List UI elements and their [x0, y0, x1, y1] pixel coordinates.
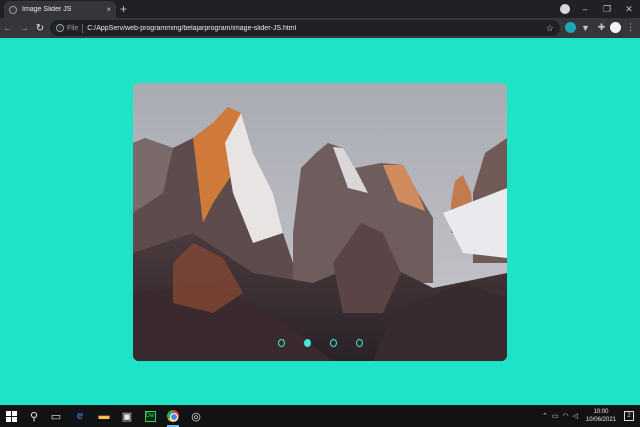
info-icon[interactable]: i	[56, 24, 64, 32]
store-icon[interactable]: ▣	[119, 408, 135, 424]
vue-devtools-icon[interactable]: ▼	[580, 22, 591, 33]
puzzle-icon[interactable]: ✚	[596, 22, 607, 33]
clock-date: 10/06/2021	[585, 417, 616, 423]
tab-close-icon[interactable]: ×	[106, 5, 111, 14]
maximize-button[interactable]: ❐	[596, 4, 618, 15]
address-bar[interactable]: i File C:/AppServ/web-programming/belaja…	[50, 20, 560, 36]
url-text[interactable]: C:/AppServ/web-programming/belajarprogra…	[87, 25, 546, 32]
speaker-icon[interactable]: ◁	[573, 412, 578, 420]
wifi-icon[interactable]: ◠	[562, 412, 568, 420]
edge-icon[interactable]: e	[72, 408, 88, 424]
notification-icon[interactable]: 2	[624, 411, 634, 421]
image-slider	[133, 83, 507, 361]
slider-dot-4[interactable]	[355, 339, 363, 347]
kebab-menu-icon[interactable]: ⋮	[625, 22, 636, 33]
close-window-button[interactable]: ✕	[618, 4, 640, 15]
avatar[interactable]	[610, 22, 621, 33]
clock[interactable]: 10:00 10/06/2021	[586, 408, 616, 424]
file-label: File	[67, 24, 79, 32]
file-explorer-icon[interactable]: ▬	[96, 408, 112, 424]
search-icon[interactable]: ⚲	[26, 408, 42, 424]
obs-icon[interactable]: ◎	[188, 408, 204, 424]
browser-toolbar: ← → ↻ i File C:/AppServ/web-programming/…	[0, 18, 640, 38]
clock-time: 10:00	[593, 409, 609, 415]
tab-title: Image Slider JS	[22, 6, 72, 13]
system-tray: ⌃ ▭ ◠ ◁ 10:00 10/06/2021	[542, 405, 616, 427]
slider-dot-1[interactable]	[277, 339, 285, 347]
globe-icon	[9, 5, 17, 14]
divider	[82, 23, 84, 33]
battery-icon[interactable]: ▭	[552, 412, 559, 420]
windows-start-icon[interactable]	[3, 408, 19, 424]
window-controls: – ❐ ✕	[574, 0, 640, 18]
profile-icon[interactable]	[560, 4, 570, 14]
tab-image-slider[interactable]: Image Slider JS ×	[4, 1, 116, 18]
new-tab-button[interactable]: +	[120, 2, 127, 16]
minimize-button[interactable]: –	[574, 4, 596, 14]
slide-image	[133, 83, 507, 361]
task-view-icon[interactable]: ▭	[48, 408, 64, 424]
reload-icon[interactable]: ↻	[32, 23, 48, 34]
forward-icon[interactable]: →	[16, 23, 32, 34]
chrome-icon[interactable]	[165, 408, 181, 427]
dreamweaver-icon[interactable]: Dw	[142, 408, 158, 424]
chevron-up-icon[interactable]: ⌃	[542, 412, 548, 420]
back-icon[interactable]: ←	[0, 23, 16, 34]
extension-icon[interactable]	[565, 22, 576, 33]
page-background	[0, 38, 640, 405]
tab-strip: Image Slider JS × + – ❐ ✕	[0, 0, 640, 18]
slider-dots	[133, 339, 507, 347]
taskbar: ⚲ ▭ e ▬ ▣ Dw ◎ ⌃ ▭ ◠ ◁ 10:00 10/06/2021 …	[0, 405, 640, 427]
star-icon[interactable]: ☆	[546, 23, 554, 34]
slider-dot-2[interactable]	[303, 339, 311, 347]
dreamweaver-label: Dw	[144, 410, 156, 422]
slider-dot-3[interactable]	[329, 339, 337, 347]
